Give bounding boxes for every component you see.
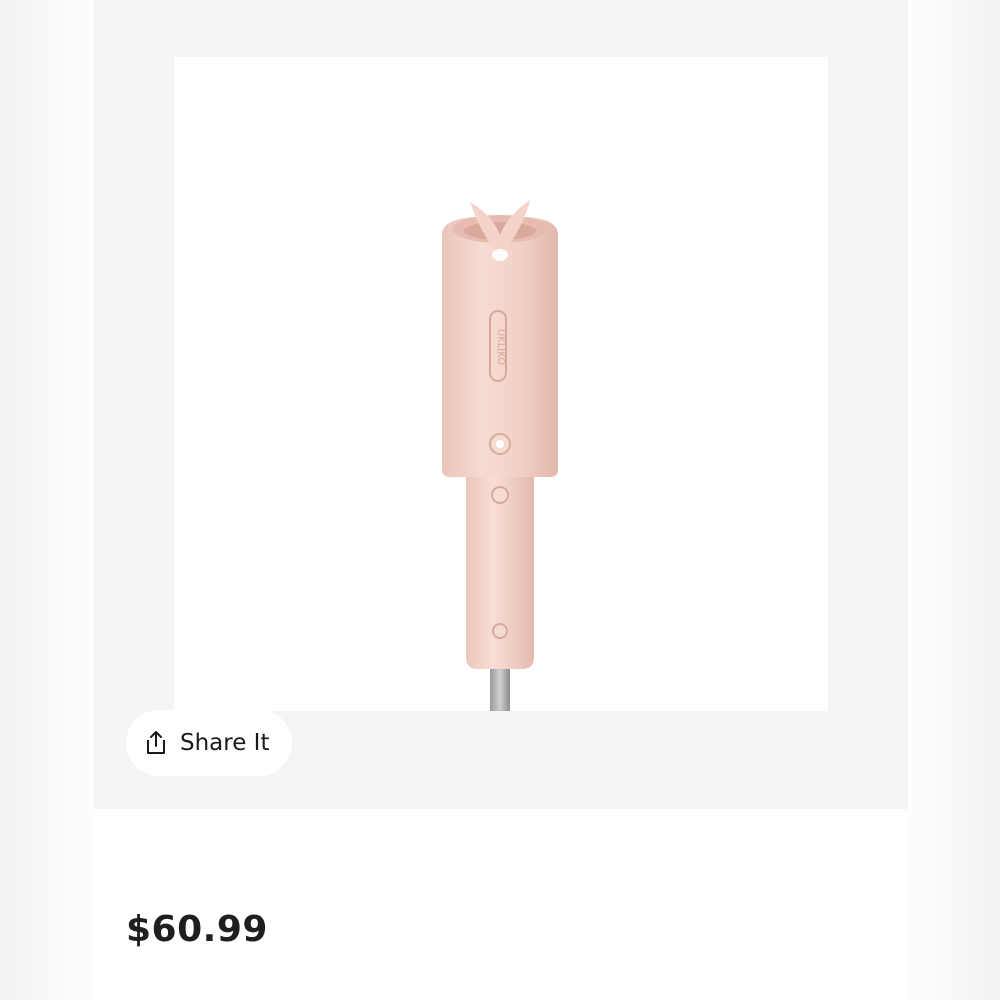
share-upload-icon [147,731,165,754]
hair-curler-illustration: UKLIKO [442,200,558,711]
background-blur-left [0,0,94,1000]
background-blur-right [908,0,1000,1000]
product-price: $60.99 [126,909,268,950]
product-image[interactable]: UKLIKO [174,57,828,711]
brand-mark: UKLIKO [495,329,506,365]
product-panel: UKLIKO Share It $60.99 [94,0,908,1000]
share-button-label: Share It [180,730,270,756]
product-info: $60.99 [94,809,908,1000]
share-button[interactable]: Share It [126,710,292,776]
